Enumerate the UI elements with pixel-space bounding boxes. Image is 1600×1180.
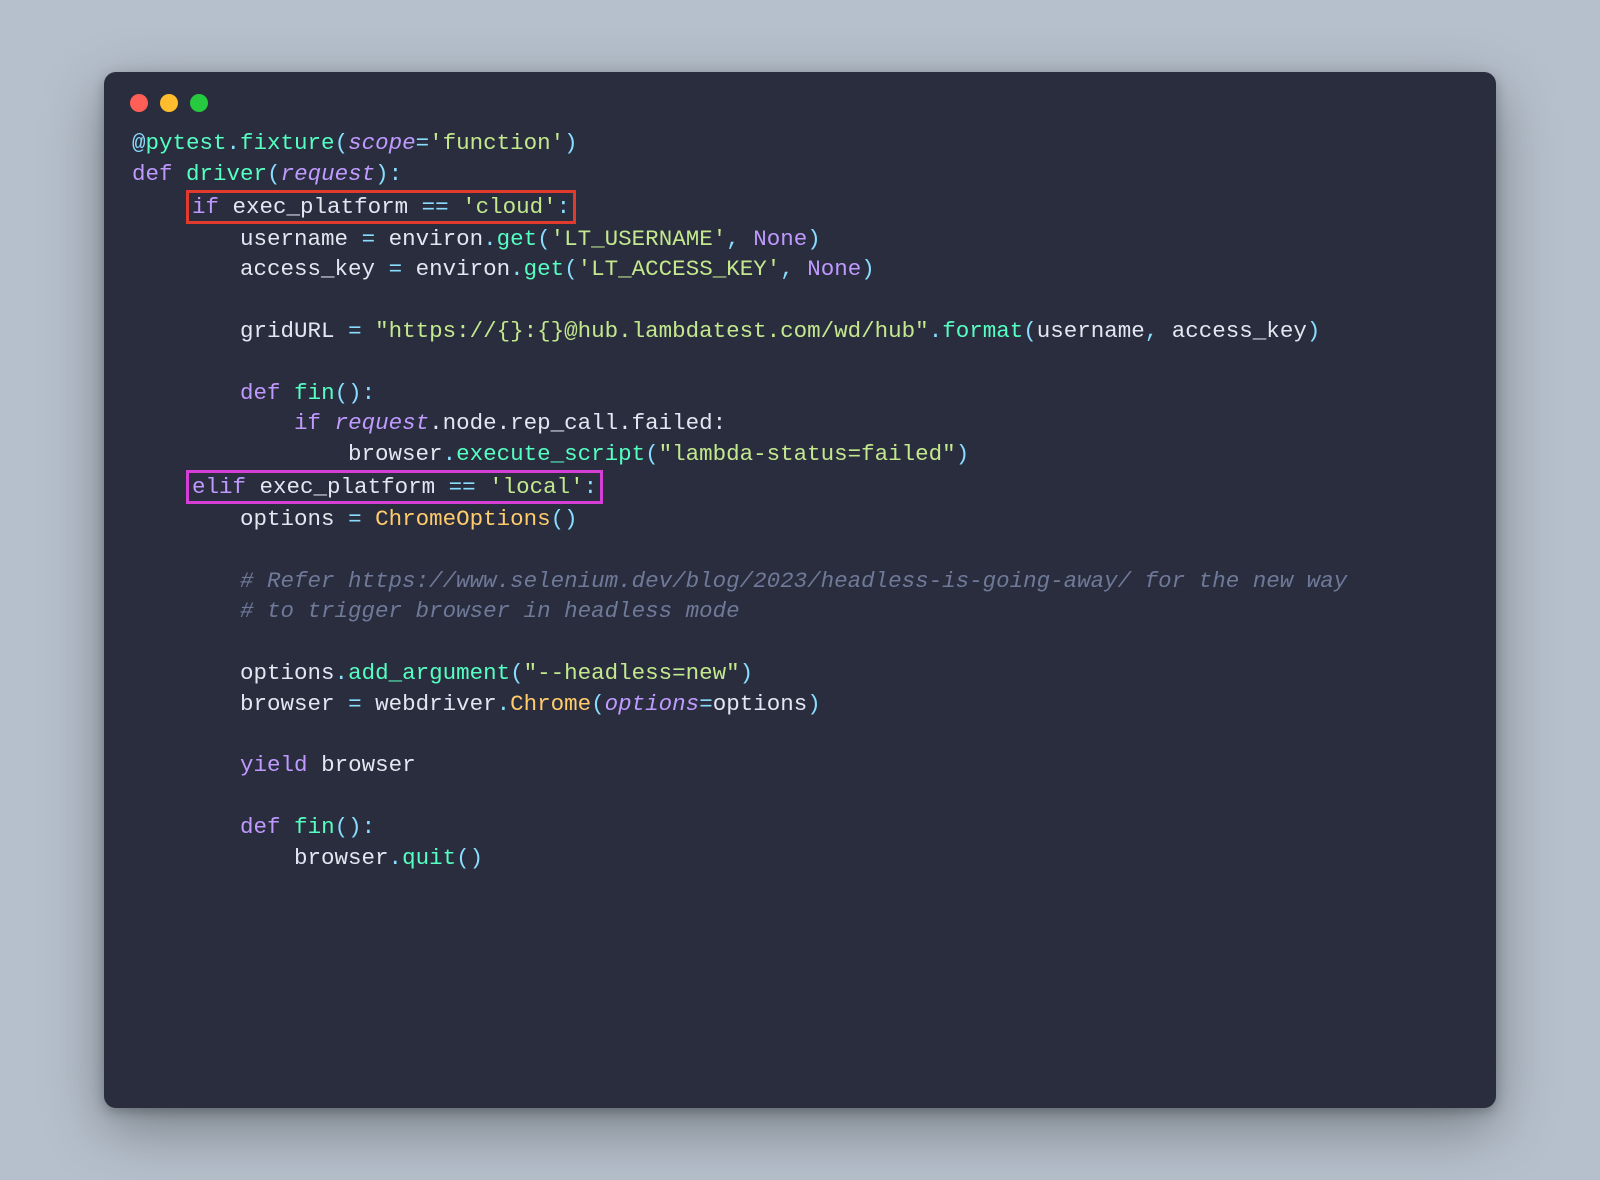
string-literal: 'function' [429,130,564,156]
func-fin: fin [294,380,335,406]
keyword-yield: yield [240,752,308,778]
keyword-def: def [132,161,173,187]
highlight-elif-local: elif exec_platform == 'local': [186,470,603,504]
keyword-def: def [240,380,281,406]
comment-line: # Refer https://www.selenium.dev/blog/20… [240,568,1347,594]
keyword-def: def [240,814,281,840]
decorator-module: pytest [146,130,227,156]
decorator-func: fixture [240,130,335,156]
decorator-at: @ [132,130,146,156]
minimize-icon[interactable] [160,94,178,112]
code-window: @pytest.fixture(scope='function') def dr… [104,72,1496,1108]
punct-dot: . [227,130,241,156]
code-block: @pytest.fixture(scope='function') def dr… [104,118,1496,902]
close-icon[interactable] [130,94,148,112]
param-request: request [281,161,376,187]
comment-line: # to trigger browser in headless mode [240,598,740,624]
maximize-icon[interactable] [190,94,208,112]
kwarg-scope: scope [348,130,416,156]
func-fin: fin [294,814,335,840]
keyword-elif: elif [192,474,246,500]
window-titlebar [104,72,1496,118]
keyword-if: if [294,410,321,436]
highlight-if-cloud: if exec_platform == 'cloud': [186,190,576,224]
func-driver: driver [186,161,267,187]
keyword-if: if [192,194,219,220]
